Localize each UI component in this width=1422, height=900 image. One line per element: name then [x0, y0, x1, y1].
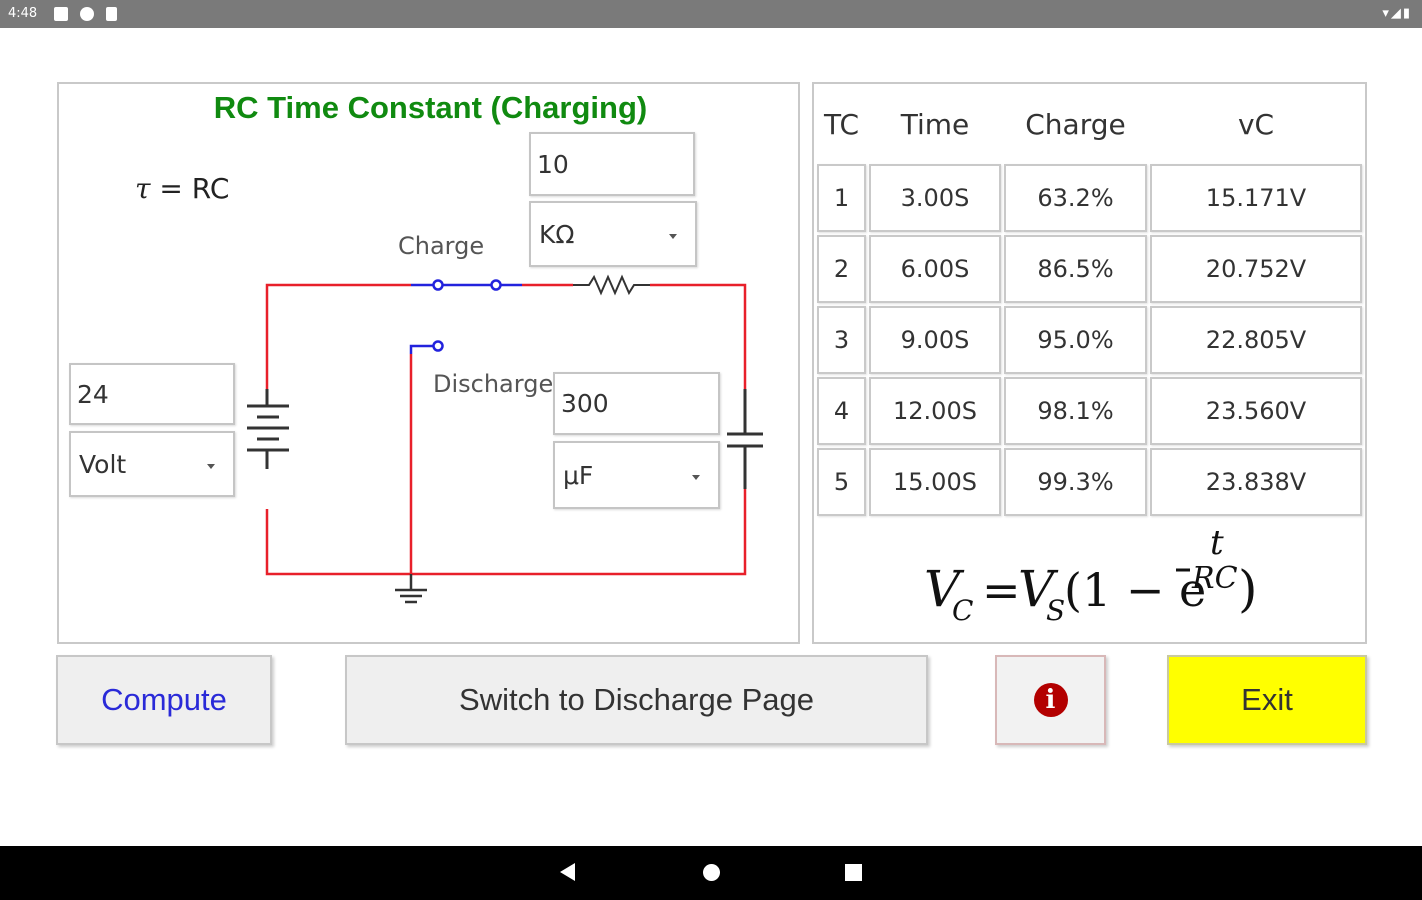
info-button[interactable]: i: [995, 655, 1106, 745]
voltage-unit-label: Volt: [79, 449, 127, 479]
sd-card-icon: [106, 7, 117, 21]
formula-exp-den: RC: [1191, 561, 1238, 596]
home-icon[interactable]: [703, 864, 720, 881]
formula-exp-num: t: [1210, 524, 1224, 563]
resistance-unit-label: KΩ: [539, 219, 575, 249]
table-row: 1 3.00S 63.2% 15.171V: [817, 164, 1362, 232]
info-icon: i: [1033, 683, 1068, 717]
cell-vc: 15.171V: [1150, 164, 1362, 232]
cell-time: 6.00S: [869, 235, 1001, 303]
chevron-down-icon: [207, 464, 215, 469]
cell-charge: 95.0%: [1004, 306, 1147, 374]
table-row: 2 6.00S 86.5% 20.752V: [817, 235, 1362, 303]
header-vc: vC: [1237, 107, 1275, 141]
switch-to-discharge-button[interactable]: Switch to Discharge Page: [345, 655, 928, 745]
table-row: 4 12.00S 98.1% 23.560V: [817, 377, 1362, 445]
cell-tc: 1: [817, 164, 866, 232]
charge-label: Charge: [398, 232, 485, 260]
capacitance-unit-select[interactable]: μF: [553, 441, 720, 509]
charging-formula: V C = V S (1 − e t RC ): [924, 524, 1254, 627]
recent-apps-icon[interactable]: [845, 864, 862, 881]
header-charge: Charge: [1025, 107, 1126, 141]
exit-button[interactable]: Exit: [1167, 655, 1367, 745]
cell-vc: 23.560V: [1150, 377, 1362, 445]
cell-time: 15.00S: [869, 448, 1001, 516]
cell-tc: 5: [817, 448, 866, 516]
sync-icon: [80, 7, 94, 21]
navigation-bar: [0, 846, 1422, 900]
header-tc: TC: [823, 107, 859, 141]
resistance-input[interactable]: 10: [529, 132, 695, 196]
capacitance-unit-label: μF: [563, 460, 594, 490]
header-time: Time: [900, 107, 970, 141]
cell-time: 3.00S: [869, 164, 1001, 232]
cell-charge: 99.3%: [1004, 448, 1147, 516]
status-time: 4:48: [8, 6, 38, 21]
voltage-unit-select[interactable]: Volt: [69, 431, 235, 497]
discharge-label: Discharge: [433, 370, 554, 398]
voltage-input[interactable]: 24: [69, 363, 235, 425]
cell-tc: 2: [817, 235, 866, 303]
chevron-down-icon: [692, 475, 700, 480]
cell-vc: 23.838V: [1150, 448, 1362, 516]
back-icon[interactable]: [560, 863, 575, 881]
circuit-panel: RC Time Constant (Charging) τ = RC 10 KΩ…: [57, 82, 800, 644]
wifi-signal-battery-icon: ▾◢▮: [1382, 6, 1412, 21]
cell-vc: 22.805V: [1150, 306, 1362, 374]
cell-charge: 98.1%: [1004, 377, 1147, 445]
formula-equals: =: [982, 563, 1021, 617]
chevron-down-icon: [669, 234, 677, 239]
cell-tc: 3: [817, 306, 866, 374]
cell-time: 12.00S: [869, 377, 1001, 445]
cell-tc: 4: [817, 377, 866, 445]
formula-vc-sub: C: [952, 594, 973, 627]
table-row: 5 15.00S 99.3% 23.838V: [817, 448, 1362, 516]
capacitance-input[interactable]: 300: [553, 372, 720, 435]
cell-vc: 20.752V: [1150, 235, 1362, 303]
table-row: 3 9.00S 95.0% 22.805V: [817, 306, 1362, 374]
formula-vs-sub: S: [1046, 594, 1065, 627]
results-panel: TC Time Charge vC 1 3.00S 63.2% 15.171V …: [812, 82, 1367, 644]
cell-charge: 86.5%: [1004, 235, 1147, 303]
notification-icon: [54, 7, 68, 21]
cell-time: 9.00S: [869, 306, 1001, 374]
status-bar: 4:48 ▾◢▮: [0, 0, 1422, 28]
formula-close: ): [1238, 560, 1254, 618]
results-table: TC Time Charge vC 1 3.00S 63.2% 15.171V …: [814, 84, 1365, 519]
resistance-unit-select[interactable]: KΩ: [529, 201, 697, 267]
table-header-row: TC Time Charge vC: [817, 87, 1362, 161]
cell-charge: 63.2%: [1004, 164, 1147, 232]
compute-button[interactable]: Compute: [56, 655, 272, 745]
